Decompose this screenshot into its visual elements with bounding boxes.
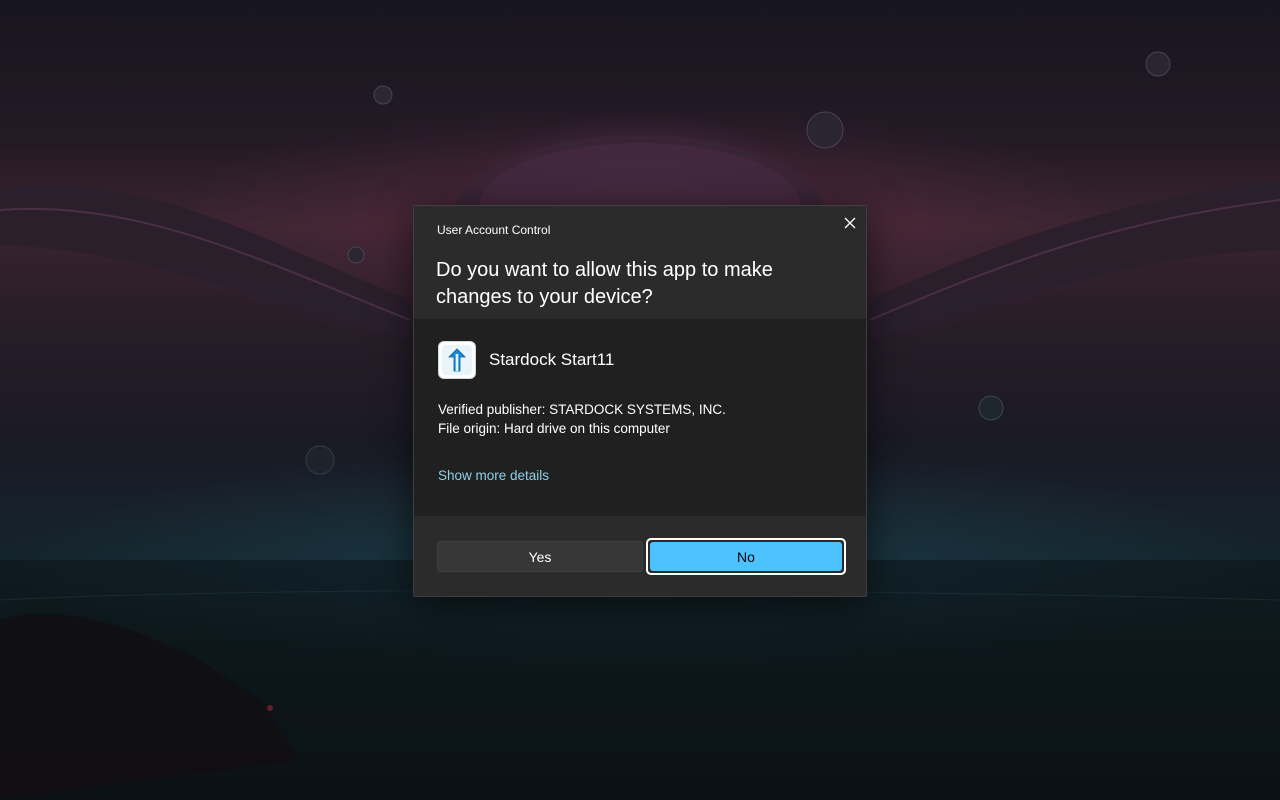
app-name: Stardock Start11 [489, 350, 615, 369]
yes-button[interactable]: Yes [437, 541, 643, 572]
uac-dialog: User Account Control Do you want to allo… [413, 205, 867, 597]
dialog-body: Stardock Start11 Verified publisher: STA… [414, 319, 866, 516]
file-origin: File origin: Hard drive on this computer [438, 421, 670, 436]
desktop-background: User Account Control Do you want to allo… [0, 0, 1280, 800]
dialog-footer: Yes No [414, 516, 866, 596]
dialog-question: Do you want to allow this app to make ch… [436, 259, 773, 308]
show-more-details-link[interactable]: Show more details [438, 468, 549, 483]
no-button[interactable]: No [650, 542, 842, 571]
stardock-start11-icon [438, 341, 476, 379]
dialog-header: User Account Control Do you want to allo… [414, 206, 866, 319]
verified-publisher: Verified publisher: STARDOCK SYSTEMS, IN… [438, 402, 726, 417]
dialog-title: User Account Control [437, 223, 551, 237]
close-button[interactable] [838, 212, 862, 234]
close-icon [844, 217, 856, 229]
